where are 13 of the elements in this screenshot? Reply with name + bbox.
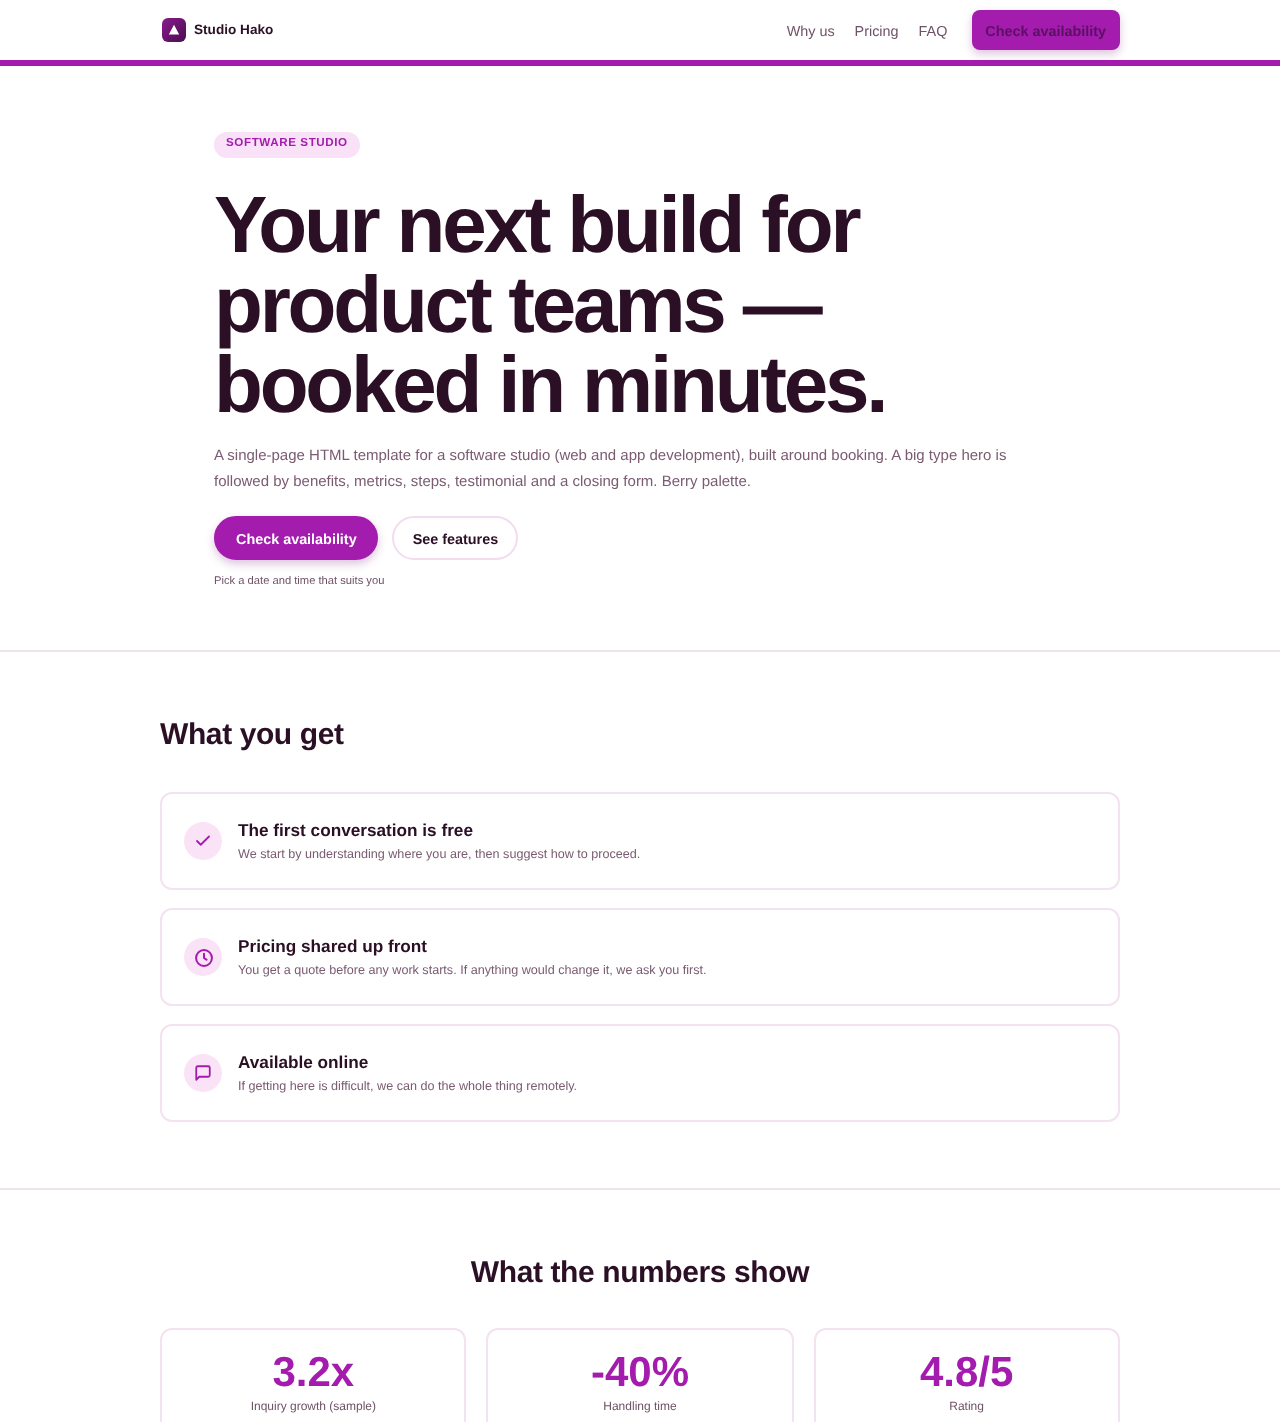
metric-value: 3.2x bbox=[272, 1352, 355, 1396]
chat-bubble-icon bbox=[184, 1054, 222, 1092]
hero-headline: Your next build for product teams — booked in minutes. bbox=[214, 186, 888, 426]
clock-icon bbox=[184, 938, 222, 976]
benefit-title: Available online bbox=[238, 1051, 371, 1071]
section-title: What you get bbox=[160, 716, 346, 756]
benefit-title: Pricing shared up front bbox=[238, 935, 430, 955]
section-title: What the numbers show bbox=[468, 1254, 812, 1294]
check-icon bbox=[184, 822, 222, 860]
metric-value: 4.8/5 bbox=[919, 1352, 1014, 1396]
logo-icon bbox=[162, 18, 186, 42]
metric-value: -40% bbox=[590, 1352, 689, 1396]
benefit-title: The first conversation is free bbox=[238, 819, 475, 839]
